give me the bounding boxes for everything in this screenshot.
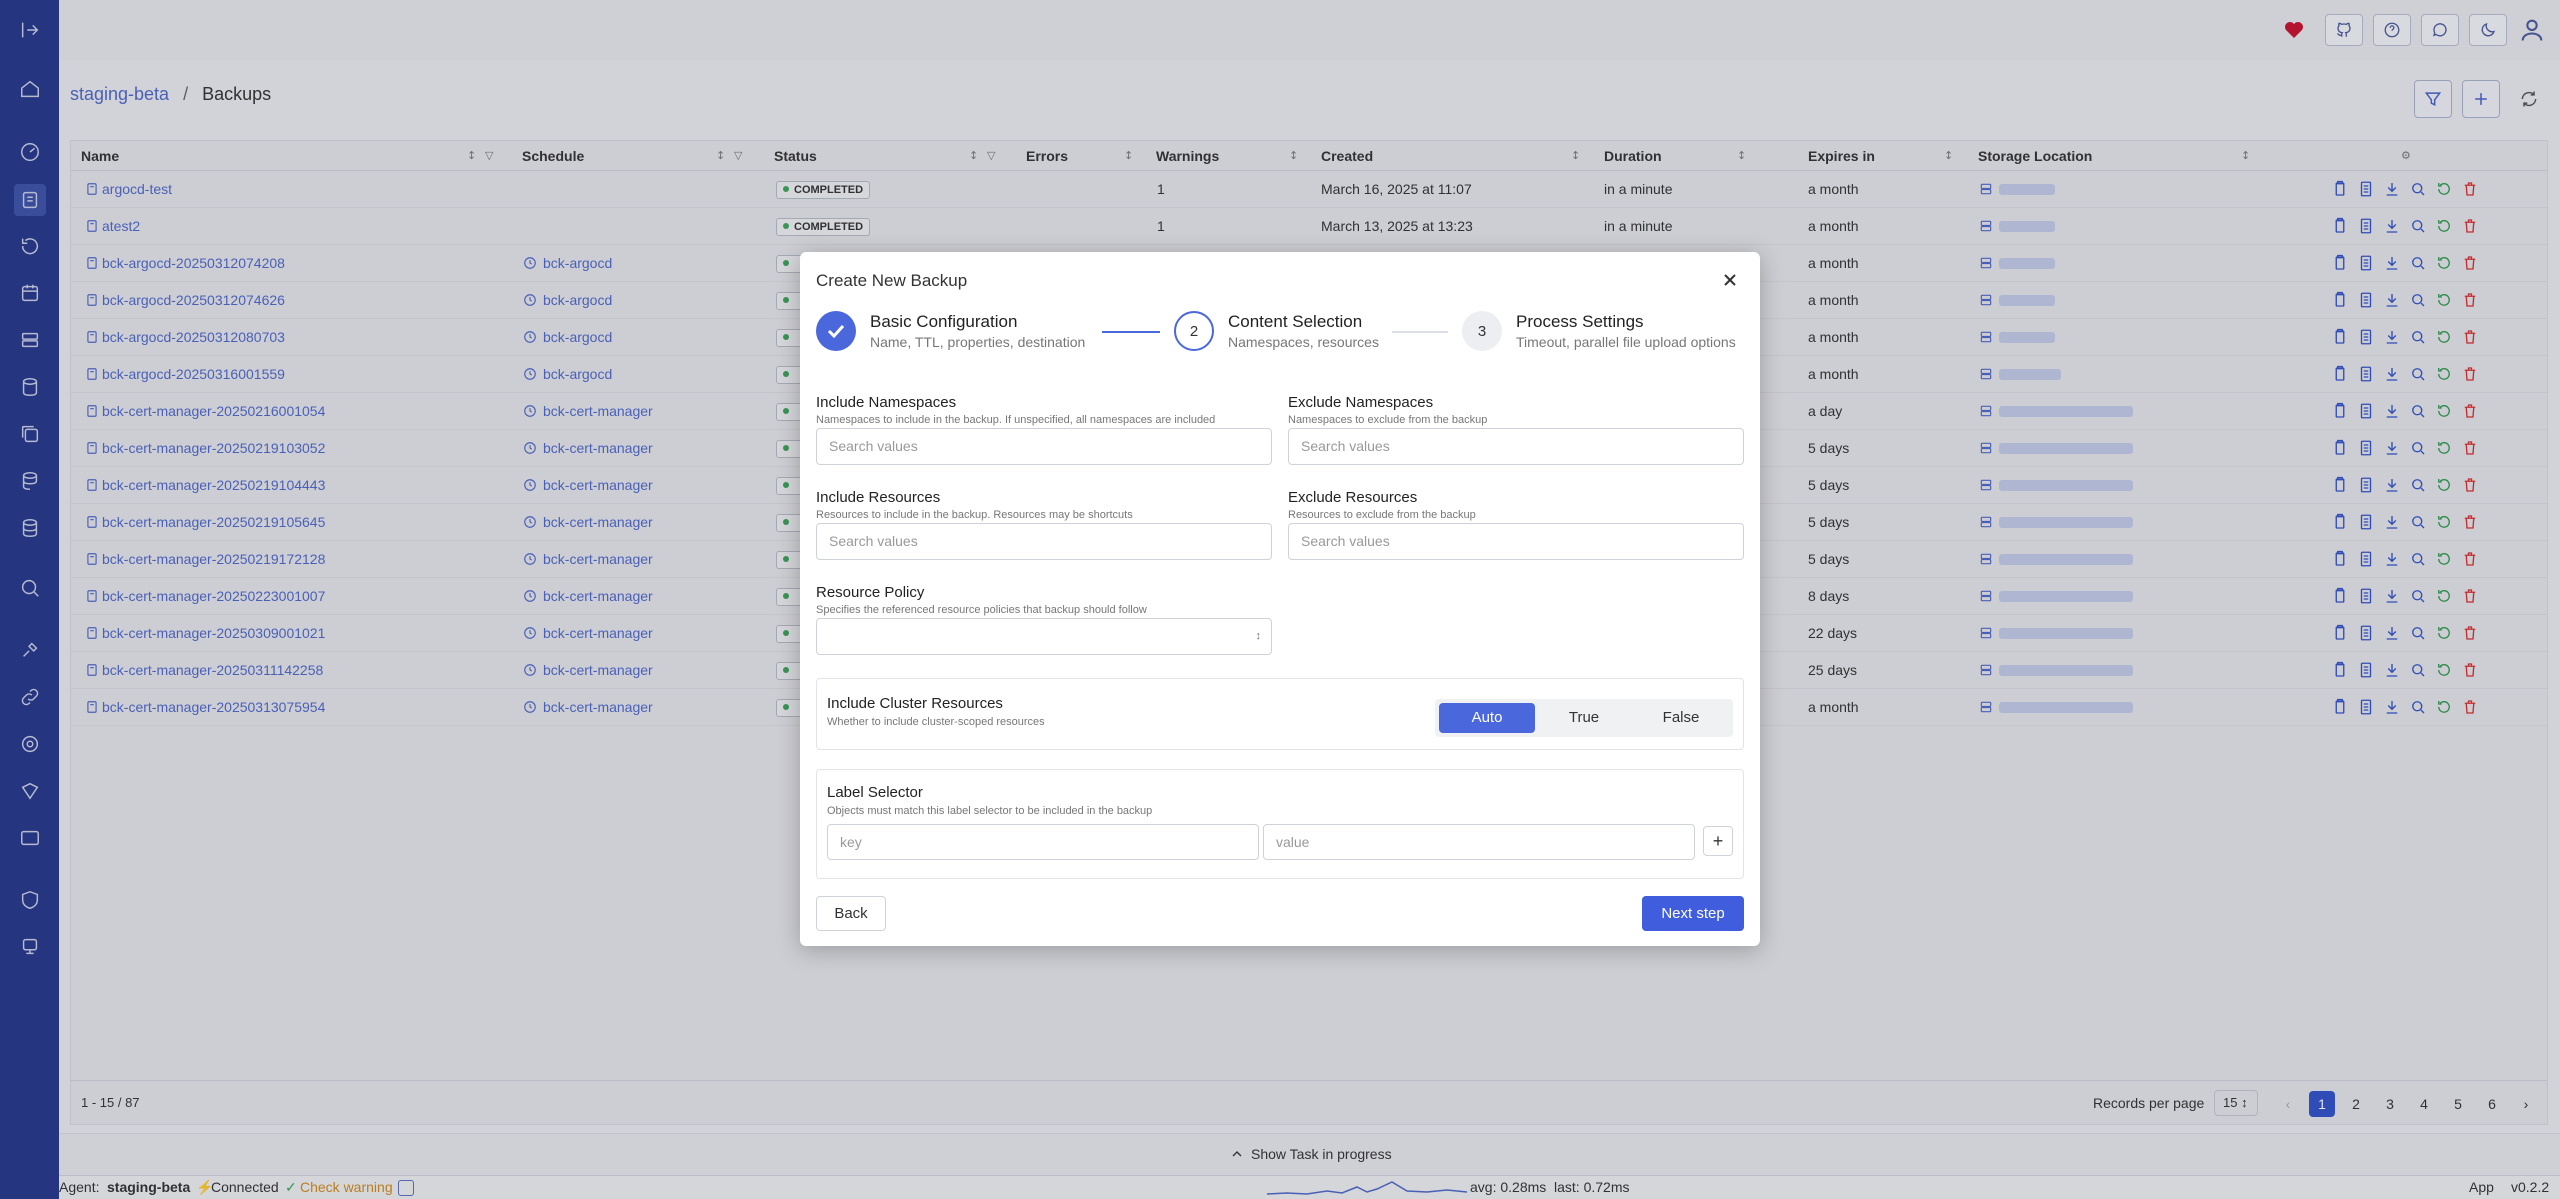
next-step-button[interactable]: Next step: [1642, 896, 1744, 931]
label-selector-label: Label Selector: [827, 784, 923, 801]
exclude-ns-input[interactable]: Search values: [1288, 428, 1744, 465]
policy-desc: Specifies the referenced resource polici…: [816, 604, 1147, 616]
back-button[interactable]: Back: [816, 896, 886, 931]
step-2-subtitle: Namespaces, resources: [1228, 334, 1379, 350]
close-icon[interactable]: [1718, 268, 1742, 292]
option-false[interactable]: False: [1633, 703, 1729, 733]
create-backup-dialog: Create New Backup Basic Configuration Na…: [800, 252, 1760, 946]
include-res-label: Include Resources: [816, 489, 941, 506]
cluster-resources-section: Include Cluster Resources Whether to inc…: [816, 678, 1744, 750]
cluster-label: Include Cluster Resources: [827, 695, 1003, 712]
cluster-segmented-control: Auto True False: [1435, 699, 1733, 737]
step-1-title: Basic Configuration: [870, 312, 1018, 331]
exclude-res-label: Exclude Resources: [1288, 489, 1418, 506]
step-3-subtitle: Timeout, parallel file upload options: [1516, 334, 1736, 350]
label-key-input[interactable]: key: [827, 824, 1259, 860]
include-ns-desc: Namespaces to include in the backup. If …: [816, 414, 1216, 426]
exclude-ns-desc: Namespaces to exclude from the backup: [1288, 414, 1488, 426]
include-res-input[interactable]: Search values: [816, 523, 1272, 560]
check-icon: [824, 319, 848, 343]
add-label-button[interactable]: +: [1703, 826, 1733, 856]
exclude-ns-label: Exclude Namespaces: [1288, 394, 1434, 411]
select-arrows-icon: ↕: [1255, 630, 1262, 642]
label-selector-desc: Objects must match this label selector t…: [827, 805, 1153, 817]
exclude-res-desc: Resources to exclude from the backup: [1288, 509, 1476, 521]
step-connector: [1102, 331, 1160, 333]
step-1-check[interactable]: [816, 311, 856, 351]
option-auto[interactable]: Auto: [1439, 703, 1535, 733]
step-3-title: Process Settings: [1516, 312, 1644, 331]
include-ns-label: Include Namespaces: [816, 394, 957, 411]
dialog-title: Create New Backup: [816, 271, 968, 290]
step-3-number[interactable]: 3: [1462, 311, 1502, 351]
option-true[interactable]: True: [1536, 703, 1632, 733]
cluster-desc: Whether to include cluster-scoped resour…: [827, 716, 1045, 728]
exclude-res-input[interactable]: Search values: [1288, 523, 1744, 560]
include-res-desc: Resources to include in the backup. Reso…: [816, 509, 1133, 521]
include-ns-input[interactable]: Search values: [816, 428, 1272, 465]
policy-select[interactable]: ↕: [816, 618, 1272, 655]
step-2-number[interactable]: 2: [1174, 311, 1214, 351]
step-connector: [1392, 331, 1448, 333]
step-1-subtitle: Name, TTL, properties, destination: [870, 334, 1086, 350]
policy-label: Resource Policy: [816, 584, 925, 601]
label-value-input[interactable]: value: [1263, 824, 1695, 860]
label-selector-section: Label Selector Objects must match this l…: [816, 769, 1744, 879]
step-2-title: Content Selection: [1228, 312, 1363, 331]
